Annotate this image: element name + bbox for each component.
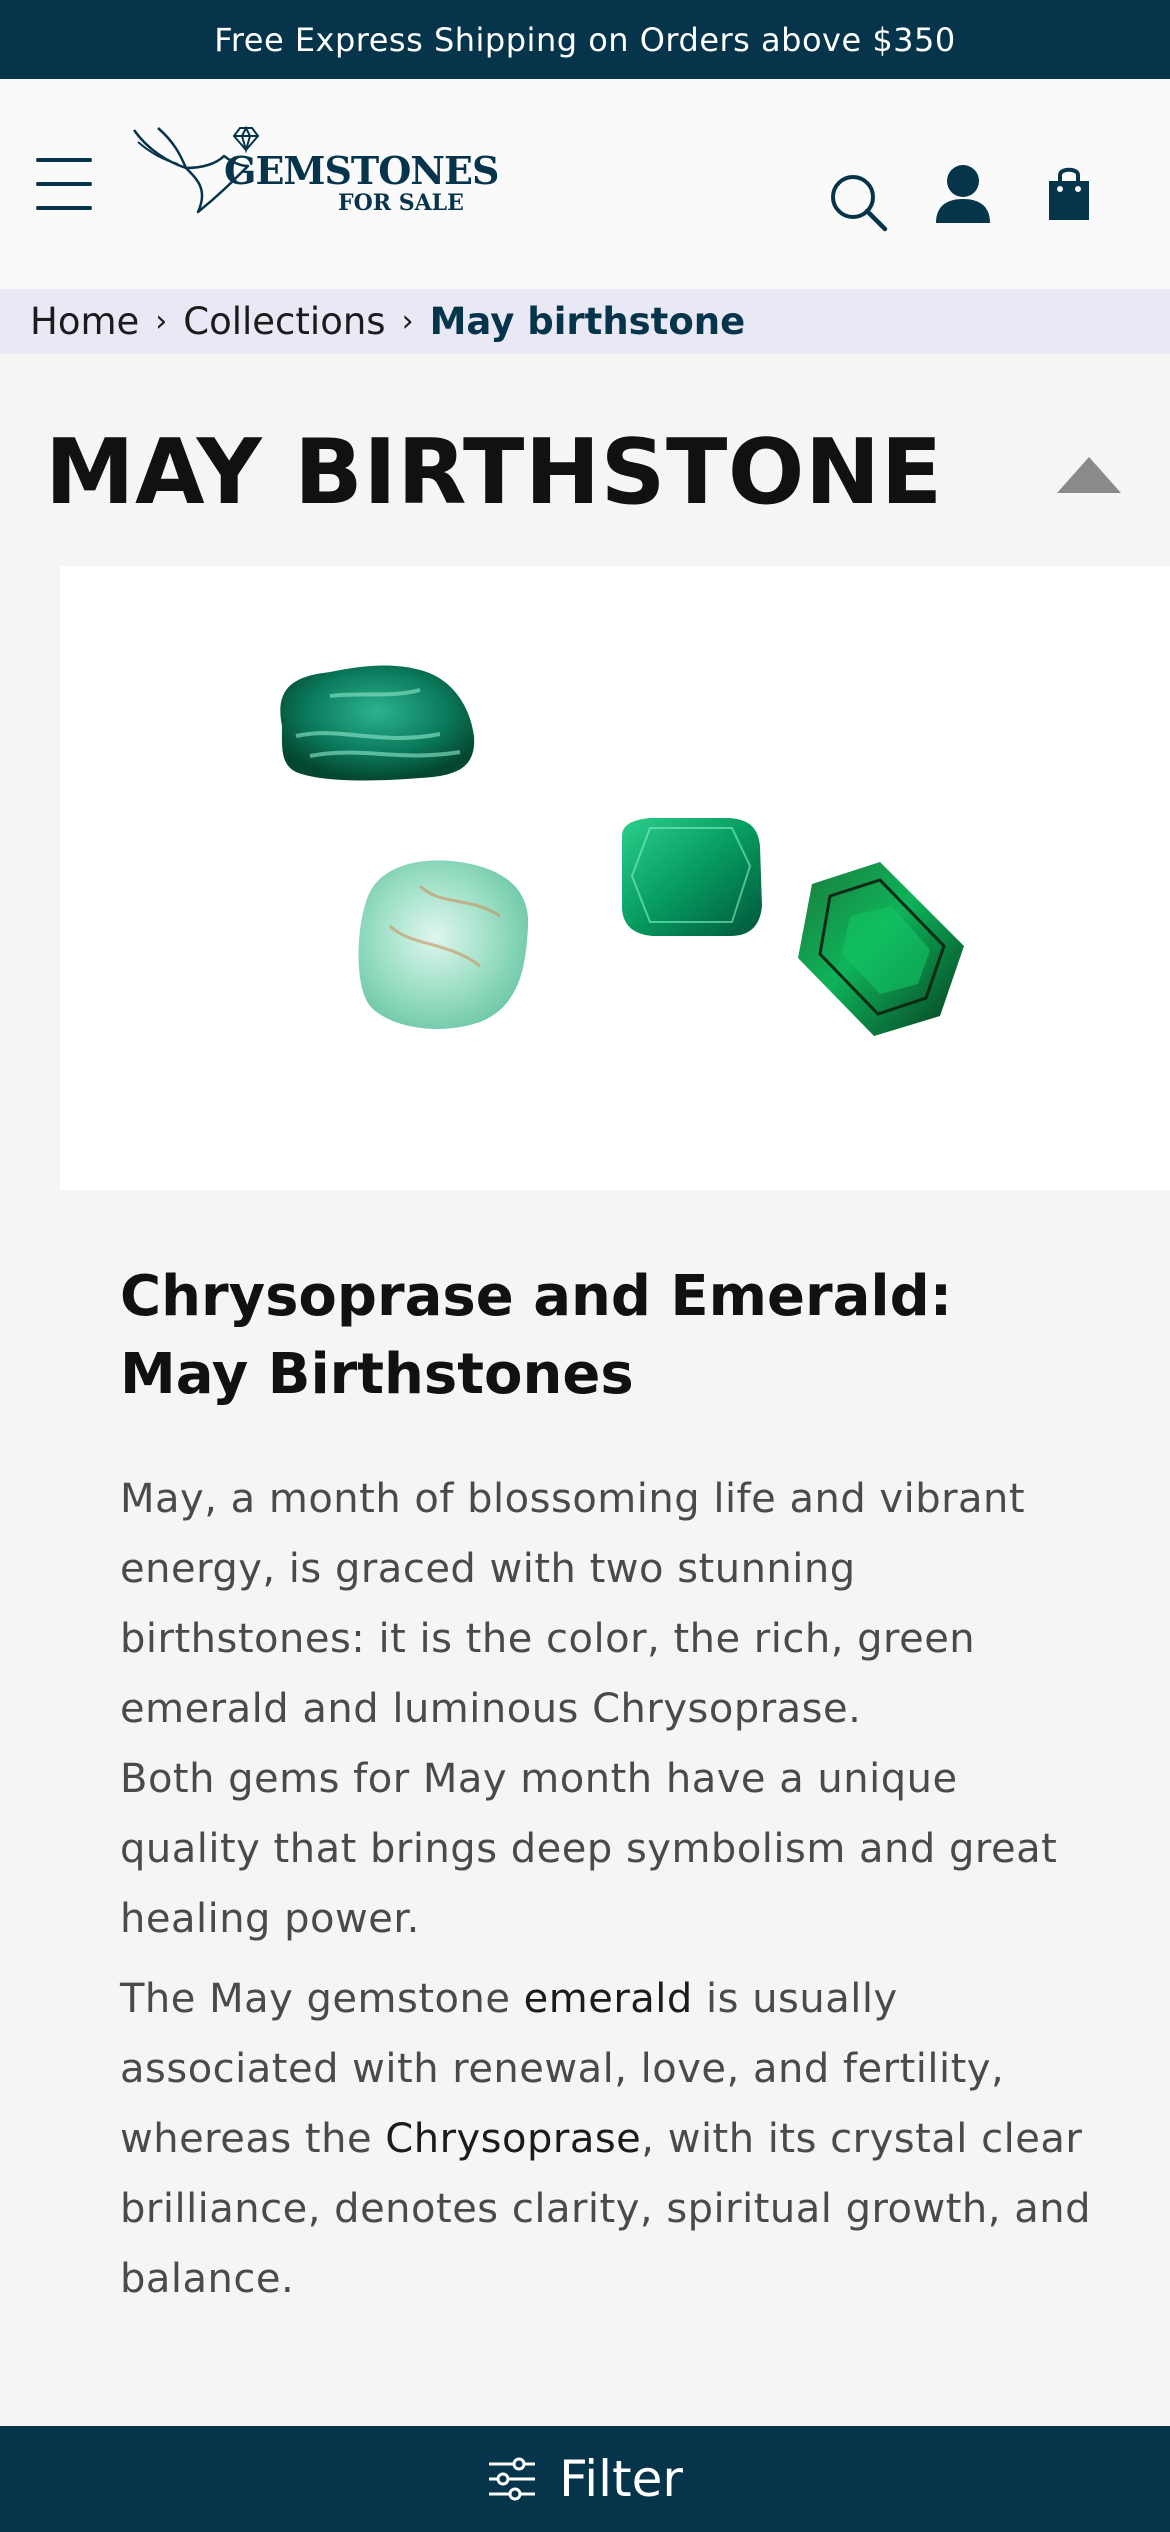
shopping-bag-icon[interactable] xyxy=(1046,163,1092,223)
article-heading-line2: May Birthstones xyxy=(120,1342,634,1407)
announcement-text: Free Express Shipping on Orders above $3… xyxy=(214,20,956,59)
paragraph-1-line: May, a month of blossoming life and vibr… xyxy=(120,1476,1026,1522)
filter-button[interactable]: Filter xyxy=(0,2426,1170,2532)
collection-description: Chrysoprase and Emerald: May Birthstones… xyxy=(120,1258,1120,2314)
page-title: MAY BIRTHSTONE xyxy=(45,420,943,525)
article-heading: Chrysoprase and Emerald: May Birthstones xyxy=(120,1258,1120,1414)
chevron-right-icon: › xyxy=(401,304,414,339)
breadcrumb-current: May birthstone xyxy=(429,300,746,343)
paragraph-1: May, a month of blossoming life and vibr… xyxy=(120,1464,1120,1954)
breadcrumb: Home › Collections › May birthstone xyxy=(0,289,1170,354)
announcement-bar: Free Express Shipping on Orders above $3… xyxy=(0,0,1170,79)
chevron-right-icon: › xyxy=(155,304,168,339)
triangle-up-icon[interactable] xyxy=(1055,455,1123,495)
emphasis-emerald: emerald xyxy=(523,1976,693,2022)
breadcrumb-collections[interactable]: Collections xyxy=(183,300,385,343)
sliders-icon xyxy=(489,2457,536,2501)
paragraph-3-line: associated with renewal, love, and ferti… xyxy=(120,2046,1005,2092)
logo-text-sub: FOR SALE xyxy=(338,190,464,216)
paragraph-2-line: healing power. xyxy=(120,1896,420,1942)
logo-text-main: GEMSTONES xyxy=(224,148,499,193)
paragraph-1-line: emerald and luminous Chrysoprase. xyxy=(120,1686,862,1732)
article-heading-line1: Chrysoprase and Emerald: xyxy=(120,1264,953,1329)
emphasis-chrysoprase: Chrysoprase xyxy=(385,2116,642,2162)
filter-label: Filter xyxy=(559,2450,683,2508)
account-icon[interactable] xyxy=(934,163,992,225)
paragraph-3-text: The May gemstone xyxy=(120,1976,524,2022)
paragraph-3-text: , with its crystal clear xyxy=(641,2116,1083,2162)
hero-gemstones-image xyxy=(60,566,1170,1190)
paragraph-3-line: balance. xyxy=(120,2256,295,2302)
paragraph-2-line: quality that brings deep symbolism and g… xyxy=(120,1826,1058,1872)
gemstones-illustration xyxy=(280,665,964,1036)
hamburger-menu-icon[interactable] xyxy=(36,158,92,210)
paragraph-1-line: birthstones: it is the color, the rich, … xyxy=(120,1616,976,1662)
paragraph-3-line: brilliance, denotes clarity, spiritual g… xyxy=(120,2186,1091,2232)
paragraph-3-text: is usually xyxy=(692,1976,898,2022)
paragraph-3-text: whereas the xyxy=(120,2116,386,2162)
paragraph-1-line: energy, is graced with two stunning xyxy=(120,1546,856,1592)
paragraph-3: The May gemstone emerald is usually asso… xyxy=(120,1964,1120,2314)
paragraph-2-line: Both gems for May month have a unique xyxy=(120,1756,958,1802)
breadcrumb-home[interactable]: Home xyxy=(30,300,139,343)
search-icon[interactable] xyxy=(828,172,888,232)
